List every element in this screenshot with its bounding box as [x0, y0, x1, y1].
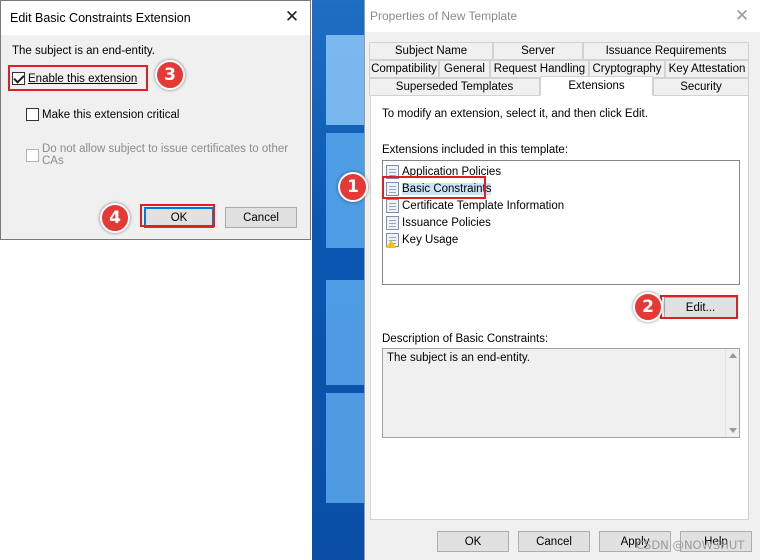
tab-general[interactable]: General: [439, 60, 490, 78]
scroll-down-icon[interactable]: [729, 428, 737, 433]
desktop-wallpaper-pane: [326, 35, 364, 125]
watermark: CSDN @NOWSHUT: [636, 538, 745, 552]
no-issue-ca-checkbox: Do not allow subject to issue certificat…: [26, 143, 310, 167]
extension-label[interactable]: Key Usage: [402, 234, 458, 246]
list-item[interactable]: Issuance Policies: [386, 214, 491, 231]
template-properties-dialog: Properties of New Template ✕ Subject Nam…: [364, 0, 760, 560]
cancel-button[interactable]: Cancel: [518, 531, 590, 552]
document-icon: [386, 198, 399, 213]
list-item[interactable]: Certificate Template Information: [386, 197, 564, 214]
critical-extension-label[interactable]: Make this extension critical: [42, 109, 179, 121]
tab-key-attestation[interactable]: Key Attestation: [665, 60, 749, 78]
critical-extension-checkbox[interactable]: Make this extension critical: [26, 108, 179, 121]
no-issue-ca-label: Do not allow subject to issue certificat…: [42, 143, 289, 167]
description-text: The subject is an end-entity.: [387, 352, 530, 364]
extensions-list-label: Extensions included in this template:: [382, 144, 569, 156]
close-icon[interactable]: ✕: [734, 7, 750, 24]
description-label: Description of Basic Constraints:: [382, 333, 549, 345]
instruction-text: To modify an extension, select it, and t…: [382, 108, 648, 120]
tab-superseded-templates[interactable]: Superseded Templates: [369, 78, 540, 96]
tab-issuance-requirements[interactable]: Issuance Requirements: [583, 42, 749, 60]
step-badge-1: 1: [338, 172, 368, 202]
list-item[interactable]: Key Usage: [386, 231, 458, 248]
desktop-wallpaper-pane: [326, 280, 364, 385]
step-badge-4: 4: [100, 203, 130, 233]
warning-document-icon: [386, 232, 399, 248]
step-badge-3: 3: [155, 60, 185, 90]
description-scrollbar[interactable]: [725, 349, 739, 437]
highlight-basic-constraints: [382, 176, 486, 199]
tab-subject-name[interactable]: Subject Name: [369, 42, 493, 60]
warning-icon: [386, 239, 396, 248]
tab-extensions[interactable]: Extensions: [540, 76, 653, 96]
cancel-button[interactable]: Cancel: [225, 207, 297, 228]
dialog-titlebar: Edit Basic Constraints Extension ✕: [1, 1, 310, 35]
desktop-wallpaper-pane: [326, 393, 364, 503]
dialog-titlebar: Properties of New Template ✕: [365, 0, 760, 32]
highlight-enable-extension: [8, 65, 148, 91]
extension-label[interactable]: Issuance Policies: [402, 217, 491, 229]
scroll-up-icon[interactable]: [729, 353, 737, 358]
tab-server[interactable]: Server: [493, 42, 583, 60]
subject-text: The subject is an end-entity.: [12, 45, 155, 57]
tab-security[interactable]: Security: [653, 78, 749, 96]
close-icon[interactable]: ✕: [284, 8, 300, 25]
description-textbox[interactable]: The subject is an end-entity.: [382, 348, 740, 438]
tab-compatibility[interactable]: Compatibility: [369, 60, 439, 78]
step-badge-2: 2: [633, 292, 663, 322]
extension-label[interactable]: Certificate Template Information: [402, 200, 564, 212]
checkbox-disabled-icon: [26, 148, 39, 162]
desktop-background: [312, 0, 364, 560]
document-icon: [386, 215, 399, 230]
dialog-title: Properties of New Template: [370, 9, 518, 23]
ok-button[interactable]: OK: [437, 531, 509, 552]
dialog-title: Edit Basic Constraints Extension: [10, 11, 191, 25]
highlight-edit-button: [660, 295, 738, 319]
checkbox-unchecked-icon[interactable]: [26, 108, 39, 121]
highlight-ok-button: [140, 204, 215, 227]
